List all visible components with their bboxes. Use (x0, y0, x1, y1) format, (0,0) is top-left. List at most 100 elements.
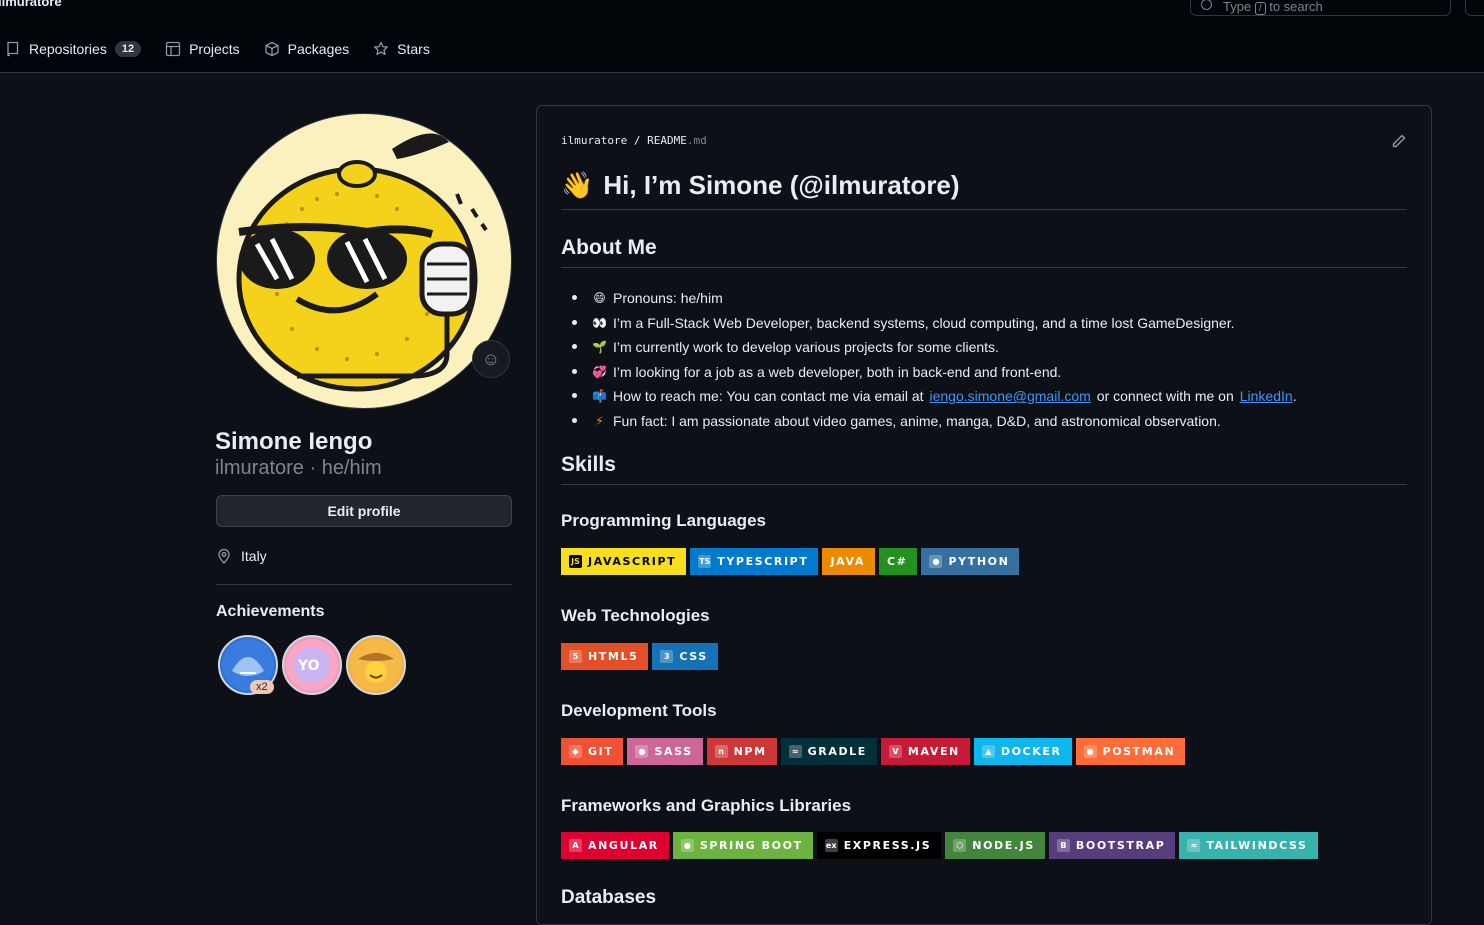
location-icon (218, 548, 230, 564)
pencil-icon[interactable] (1391, 133, 1407, 149)
location-label: Italy (241, 548, 267, 564)
set-status-button[interactable]: ☺ (472, 340, 510, 378)
badge-label: NODE.JS (972, 839, 1035, 852)
list-item-text: I’m looking for a job as a web developer… (613, 363, 1062, 380)
profile-name: Simone Iengo (215, 428, 373, 455)
badge-java: JAVA (822, 548, 875, 575)
badge-row-frameworks: A ANGULAR ● SPRING BOOT ex EXPRESS.JS ⬡ NODE.JS… (561, 832, 1318, 859)
badge-npm: n NPM (706, 738, 777, 765)
sidebar-divider (216, 584, 512, 585)
hearts-emoji: 💞️ (592, 364, 607, 379)
list-item: 😄 Pronouns: he/him (572, 286, 1402, 311)
profile-login: ilmuratore · he/him (215, 457, 382, 479)
section-title-web: Web Technologies (561, 606, 710, 625)
section-title-frameworks: Frameworks and Graphics Libraries (561, 796, 852, 815)
badge-label: EXPRESS.JS (843, 839, 932, 852)
tab-projects-label: Projects (189, 41, 240, 57)
smile-emoji: 😄 (593, 291, 606, 306)
seedling-emoji: 🌱 (592, 340, 607, 355)
badge-label: DOCKER (1000, 745, 1062, 758)
owner-name[interactable]: ilmuratore (0, 0, 62, 9)
tech-logo-icon: A (569, 839, 582, 852)
tech-logo-icon: JS (569, 555, 582, 568)
cowboy-icon (350, 639, 402, 691)
list-item-text: Fun fact: I am passionate about video ga… (613, 412, 1221, 429)
smiley-icon: ☺ (481, 348, 501, 369)
list-item-text: I’m a Full-Stack Web Developer, backend … (613, 314, 1235, 331)
tab-packages[interactable]: Packages (264, 36, 349, 62)
badge-postman: ● POSTMAN (1075, 738, 1186, 765)
badge-label: SPRING BOOT (699, 839, 803, 852)
tech-logo-icon: ● (680, 839, 694, 852)
badge-tailwindcss: ≈ TAILWINDCSS (1179, 832, 1318, 859)
badge-label: TYPESCRIPT (717, 555, 809, 568)
badge-row-languages: JS JAVASCRIPT TS TYPESCRIPT JAVA C# ● PYTHON (561, 548, 1020, 575)
section-title-languages: Programming Languages (561, 511, 766, 530)
edit-profile-button[interactable]: Edit profile (216, 495, 512, 527)
readme-owner-link[interactable]: ilmuratore (561, 134, 627, 147)
section-title-tools: Development Tools (561, 701, 717, 720)
table-icon (165, 41, 181, 57)
badge-label: JAVASCRIPT (588, 555, 677, 568)
about-list: 😄 Pronouns: he/him 👀 I’m a Full-Stack Web … (572, 286, 1402, 433)
badge-maven: V MAVEN (880, 738, 970, 765)
avatar[interactable] (216, 113, 512, 409)
tech-logo-icon: B (1056, 839, 1070, 852)
badge-label: C# (886, 555, 908, 568)
badge-docker: ▲ DOCKER (973, 738, 1072, 765)
lemon-mascot-image (236, 133, 488, 392)
badge-label: POSTMAN (1102, 745, 1176, 758)
readme-file-name: README (647, 134, 687, 147)
email-link[interactable]: iengo.simone@gmail.com (930, 388, 1091, 404)
search-icon (1201, 0, 1212, 10)
package-icon (265, 41, 279, 57)
list-item: ⚡ Fun fact: I am passionate about video g… (572, 409, 1402, 434)
zap-emoji: ⚡ (595, 413, 604, 428)
readme-heading: 👋 Hi, I’m Simone (@ilmuratore) (561, 170, 1407, 210)
badge-label: HTML5 (588, 650, 639, 663)
profile-location: Italy (216, 548, 267, 564)
copilot-button[interactable] (1465, 0, 1484, 16)
search-input[interactable]: Type / to search (1190, 0, 1451, 16)
section-title-databases: Databases (561, 887, 657, 908)
badge-node-js: ⬡ NODE.JS (945, 832, 1045, 859)
badge-label: SASS (654, 745, 693, 758)
tab-packages-label: Packages (287, 41, 350, 57)
tech-logo-icon: 3 (660, 650, 674, 663)
tech-logo-icon: V (888, 745, 902, 758)
achievement-yolo-badge[interactable]: YO (282, 635, 342, 695)
achievement-cowboy-badge[interactable] (346, 635, 406, 695)
badge-sass: ● SASS (627, 738, 703, 765)
badge-git: ◆ GIT (561, 738, 624, 765)
breadcrumb-separator: / (633, 134, 641, 147)
repositories-count: 12 (114, 41, 142, 57)
badge-label: BOOTSTRAP (1075, 839, 1166, 852)
search-shortcut-key: / (1254, 2, 1266, 15)
badge-express-js: ex EXPRESS.JS (816, 832, 942, 859)
tech-logo-icon: TS (698, 555, 712, 568)
list-item-text: How to reach me: You can contact me via … (613, 388, 924, 405)
list-item-text: I’m currently work to develop various pr… (613, 339, 999, 356)
tab-stars-label: Stars (397, 41, 430, 57)
skills-heading: Skills (561, 453, 1407, 485)
list-item-text: Pronouns: he/him (613, 290, 723, 307)
list-item: 📫 How to reach me: You can contact me via… (572, 384, 1402, 409)
tab-repositories[interactable]: Repositories 12 (5, 36, 142, 62)
tech-logo-icon: ≈ (1187, 839, 1201, 852)
badge-row-web: 5 HTML5 3 CSS (561, 643, 718, 670)
tab-stars[interactable]: Stars (373, 36, 430, 62)
star-icon (374, 41, 389, 56)
tech-logo-icon: ⬡ (953, 839, 967, 852)
tech-logo-icon: n (714, 745, 728, 758)
linkedin-link[interactable]: LinkedIn (1240, 388, 1293, 404)
badge-html5: 5 HTML5 (561, 643, 649, 670)
readme-panel: ilmuratore / README.md 👋 Hi, I’m Simone … (536, 105, 1432, 925)
badge-label: CSS (679, 650, 708, 663)
tech-logo-icon: ex (824, 839, 838, 852)
tab-projects[interactable]: Projects (165, 36, 240, 62)
about-heading: About Me (561, 236, 1407, 268)
tech-logo-icon: ● (1083, 745, 1097, 758)
badge-bootstrap: B BOOTSTRAP (1048, 832, 1176, 859)
wave-emoji: 👋 (561, 170, 594, 200)
badge-label: PYTHON (948, 555, 1010, 568)
